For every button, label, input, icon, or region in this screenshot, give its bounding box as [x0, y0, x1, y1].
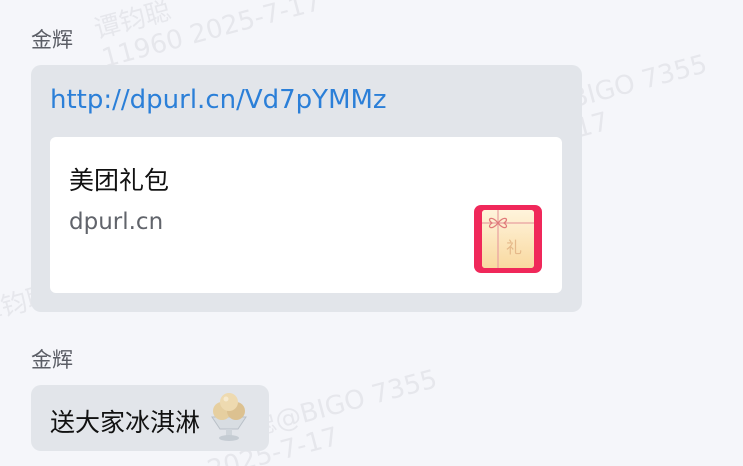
link-url[interactable]: http://dpurl.cn/Vd7pYMMz — [50, 85, 387, 115]
svg-text:礼: 礼 — [506, 238, 522, 257]
link-preview-card[interactable]: 美团礼包 dpurl.cn 礼 — [50, 137, 562, 293]
watermark-text: 谭钧聪 11960 2025-7-17 — [91, 0, 325, 75]
gift-envelope-icon: 礼 — [474, 205, 542, 273]
sender-name: 金辉 — [31, 28, 73, 52]
text-message-bubble[interactable]: 送大家冰淇淋 — [31, 385, 269, 451]
link-message-bubble[interactable]: http://dpurl.cn/Vd7pYMMz 美团礼包 dpurl.cn 礼 — [31, 65, 582, 312]
message-text: 送大家冰淇淋 — [50, 408, 201, 437]
chat-window: 谭钧聪 11960 2025-7-17 谭钧聪@BIGO 7355 2025-7… — [0, 0, 743, 466]
sender-name: 金辉 — [31, 348, 73, 372]
link-preview-title: 美团礼包 — [69, 166, 170, 195]
link-preview-domain: dpurl.cn — [69, 209, 164, 235]
ice-cream-icon — [208, 391, 250, 443]
